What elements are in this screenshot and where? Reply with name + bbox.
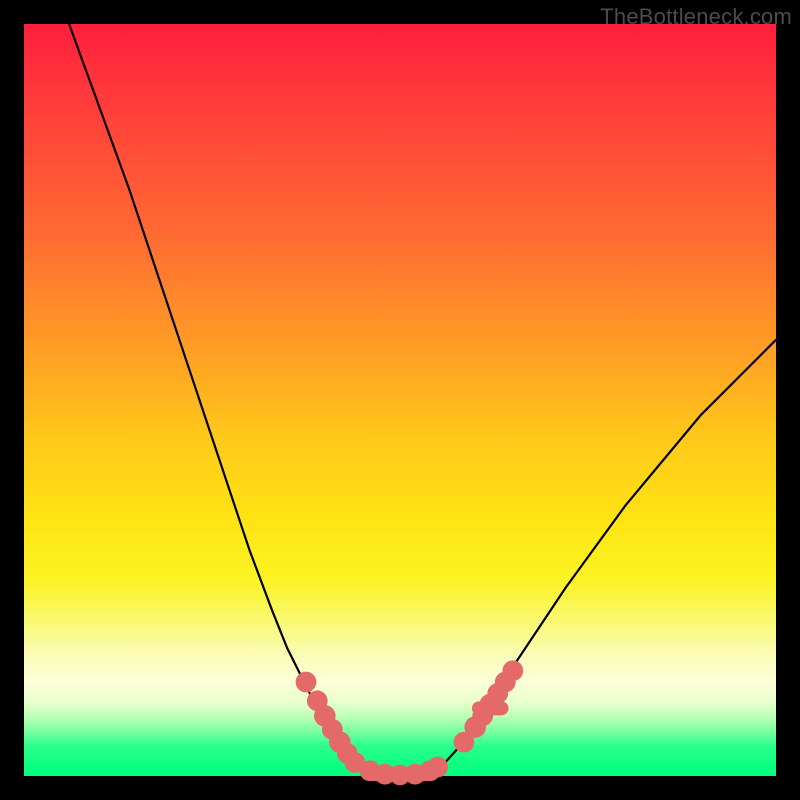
marker-dot (427, 757, 448, 778)
curve-layer (69, 24, 776, 775)
plot-area (24, 24, 776, 776)
watermark-text: TheBottleneck.com (600, 4, 792, 30)
marker-dot (502, 660, 523, 681)
chart-frame: TheBottleneck.com (0, 0, 800, 800)
marker-layer (296, 660, 524, 785)
bottleneck-curve-path (69, 24, 776, 775)
marker-dot (296, 672, 317, 693)
chart-svg (24, 24, 776, 776)
